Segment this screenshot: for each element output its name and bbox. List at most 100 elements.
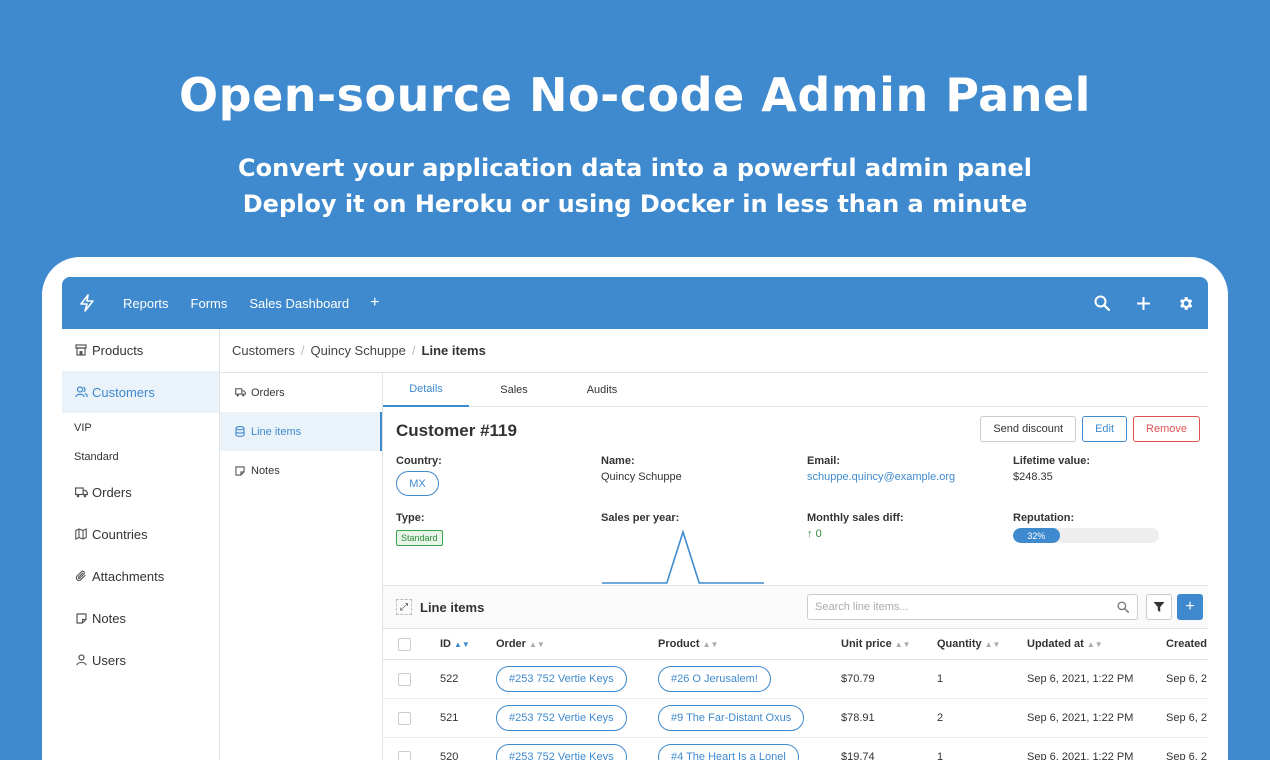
sort-desc-icon: ▲▼ bbox=[454, 639, 470, 649]
nav-link-forms[interactable]: Forms bbox=[191, 296, 228, 311]
sidebar-item-attachments[interactable]: Attachments bbox=[62, 555, 219, 597]
sidebar-item-countries[interactable]: Countries bbox=[62, 513, 219, 555]
column-header-id[interactable]: ID ▲▼ bbox=[440, 629, 470, 659]
sidebar: Products Customers VIP Standard Orders C… bbox=[62, 329, 220, 760]
top-navbar: Reports Forms Sales Dashboard + bbox=[62, 277, 1208, 329]
field-value: Quincy Schuppe bbox=[601, 471, 682, 483]
line-items-search bbox=[807, 594, 1138, 620]
remove-button[interactable]: Remove bbox=[1133, 416, 1200, 442]
monthly-diff-value: ↑ 0 bbox=[807, 528, 904, 540]
gear-icon[interactable] bbox=[1177, 295, 1194, 312]
row-checkbox[interactable] bbox=[398, 750, 411, 760]
filter-icon bbox=[1153, 602, 1165, 612]
field-label: Type: bbox=[396, 512, 425, 524]
nav-link-reports[interactable]: Reports bbox=[123, 296, 169, 311]
hero-subtitle-line2: Deploy it on Heroku or using Docker in l… bbox=[242, 190, 1028, 218]
sidebar-item-orders[interactable]: Orders bbox=[62, 471, 219, 513]
column-header-quantity[interactable]: Quantity ▲▼ bbox=[937, 629, 1000, 659]
tab-audits[interactable]: Audits bbox=[559, 373, 645, 407]
line-items-table: ID ▲▼ Order ▲▼ Product ▲▼ Unit price ▲▼ Quan… bbox=[383, 628, 1208, 760]
add-line-item-button[interactable]: + bbox=[1177, 594, 1203, 620]
cell-updated-at: Sep 6, 2021, 1:22 PM bbox=[1027, 712, 1134, 724]
subnav-item-notes[interactable]: Notes bbox=[220, 451, 382, 490]
sidebar-item-label: Attachments bbox=[92, 568, 165, 584]
plus-icon[interactable] bbox=[1136, 296, 1151, 311]
column-header-order[interactable]: Order ▲▼ bbox=[496, 629, 545, 659]
search-input[interactable] bbox=[815, 601, 1105, 613]
expand-icon[interactable]: ⤢ bbox=[396, 599, 412, 615]
row-checkbox[interactable] bbox=[398, 711, 411, 725]
users-icon bbox=[74, 386, 88, 398]
sidebar-subitem-standard[interactable]: Standard bbox=[62, 442, 219, 471]
bolt-icon[interactable] bbox=[62, 277, 112, 329]
product-link[interactable]: #26 O Jerusalem! bbox=[658, 666, 771, 692]
cell-created: Sep 6, 2 bbox=[1166, 673, 1207, 685]
column-header-created[interactable]: Created bbox=[1166, 629, 1207, 659]
column-header-updated-at[interactable]: Updated at ▲▼ bbox=[1027, 629, 1103, 659]
sidebar-subitem-vip[interactable]: VIP bbox=[62, 413, 219, 442]
sidebar-item-label: Customers bbox=[92, 384, 155, 400]
cell-created: Sep 6, 2 bbox=[1166, 712, 1207, 724]
table-row[interactable]: 520 #253 752 Vertie Keys #4 The Heart Is… bbox=[383, 738, 1208, 760]
sort-icon: ▲▼ bbox=[894, 639, 911, 649]
breadcrumb-customers[interactable]: Customers bbox=[232, 343, 295, 358]
cell-quantity: 1 bbox=[937, 673, 944, 685]
country-tag[interactable]: MX bbox=[396, 471, 439, 496]
sales-sparkline bbox=[602, 529, 764, 584]
product-link[interactable]: #9 The Far-Distant Oxus bbox=[658, 705, 805, 731]
nav-add-button[interactable]: + bbox=[370, 294, 379, 312]
sidebar-item-label: Orders bbox=[92, 484, 132, 500]
table-row[interactable]: 521 #253 752 Vertie Keys #9 The Far-Dist… bbox=[383, 699, 1208, 738]
subnav-item-line-items[interactable]: Line items bbox=[220, 412, 382, 451]
cell-id: 521 bbox=[440, 712, 459, 724]
subnav-item-orders[interactable]: Orders bbox=[220, 373, 382, 412]
email-link[interactable]: schuppe.quincy@example.org bbox=[807, 471, 955, 483]
sidebar-item-customers[interactable]: Customers bbox=[62, 371, 219, 413]
search-icon[interactable] bbox=[1094, 295, 1110, 311]
order-link[interactable]: #253 752 Vertie Keys bbox=[496, 666, 627, 692]
database-icon bbox=[235, 426, 247, 437]
nav-link-sales-dashboard[interactable]: Sales Dashboard bbox=[249, 296, 349, 311]
filter-button[interactable] bbox=[1146, 594, 1172, 620]
row-checkbox[interactable] bbox=[398, 672, 411, 686]
record-subnav: Orders Line items Notes bbox=[220, 373, 383, 760]
subnav-item-label: Orders bbox=[251, 386, 285, 399]
map-icon bbox=[74, 528, 88, 540]
field-label: Lifetime value: bbox=[1013, 455, 1091, 467]
admin-app: Reports Forms Sales Dashboard + Products bbox=[62, 277, 1208, 760]
table-row[interactable]: 522 #253 752 Vertie Keys #26 O Jerusalem… bbox=[383, 660, 1208, 699]
tab-sales[interactable]: Sales bbox=[471, 373, 557, 407]
column-header-product[interactable]: Product ▲▼ bbox=[658, 629, 718, 659]
send-discount-button[interactable]: Send discount bbox=[980, 416, 1077, 442]
order-link[interactable]: #253 752 Vertie Keys bbox=[496, 744, 627, 760]
sidebar-item-label: Notes bbox=[92, 610, 126, 626]
select-all-checkbox[interactable] bbox=[398, 637, 411, 651]
tab-details[interactable]: Details bbox=[383, 373, 469, 407]
sidebar-item-notes[interactable]: Notes bbox=[62, 597, 219, 639]
truck-icon bbox=[235, 388, 247, 397]
subnav-item-label: Notes bbox=[251, 464, 280, 477]
arrow-up-icon: ↑ bbox=[807, 528, 813, 540]
paperclip-icon bbox=[74, 570, 88, 582]
cell-quantity: 1 bbox=[937, 751, 944, 760]
cell-created: Sep 6, 2 bbox=[1166, 751, 1207, 760]
product-link[interactable]: #4 The Heart Is a Lonel bbox=[658, 744, 799, 760]
sidebar-item-products[interactable]: Products bbox=[62, 329, 219, 371]
field-sales-per-year: Sales per year: bbox=[601, 512, 765, 591]
column-header-unit-price[interactable]: Unit price ▲▼ bbox=[841, 629, 911, 659]
note-icon bbox=[74, 612, 88, 624]
edit-button[interactable]: Edit bbox=[1082, 416, 1128, 442]
order-link[interactable]: #253 752 Vertie Keys bbox=[496, 705, 627, 731]
sort-icon: ▲▼ bbox=[1086, 639, 1103, 649]
breadcrumb-customer-name[interactable]: Quincy Schuppe bbox=[310, 343, 405, 358]
breadcrumb: Customers / Quincy Schuppe / Line items bbox=[220, 329, 1208, 373]
field-label: Reputation: bbox=[1013, 512, 1075, 524]
field-label: Country: bbox=[396, 455, 442, 467]
sidebar-item-users[interactable]: Users bbox=[62, 639, 219, 681]
breadcrumb-separator: / bbox=[300, 343, 305, 358]
record-header: Customer #119 Send discount Edit Remove bbox=[383, 407, 1208, 449]
record-tabs: Details Sales Audits bbox=[383, 373, 1208, 407]
hero-subtitle-line1: Convert your application data into a pow… bbox=[238, 154, 1032, 182]
reputation-bar: 32% bbox=[1013, 528, 1159, 543]
cell-unit-price: $78.91 bbox=[841, 712, 875, 724]
